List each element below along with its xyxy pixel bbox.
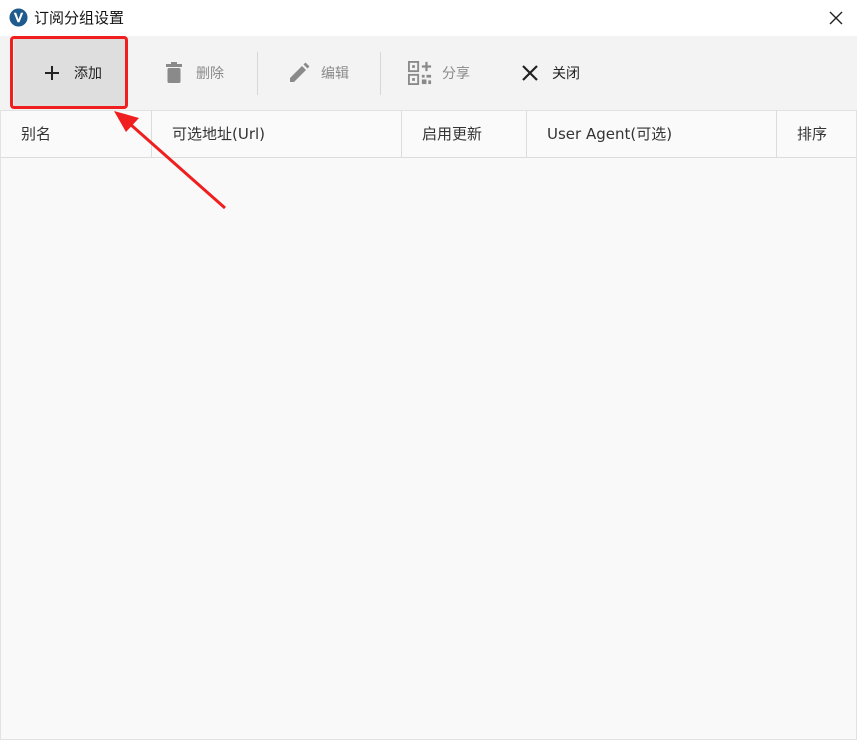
column-header-user-agent[interactable]: User Agent(可选): [527, 111, 777, 157]
pencil-icon: [287, 61, 311, 85]
column-header-url[interactable]: 可选地址(Url): [152, 111, 402, 157]
toolbar-separator: [257, 52, 258, 95]
edit-button-label: 编辑: [321, 66, 349, 82]
delete-button[interactable]: 删除: [162, 39, 224, 107]
column-header-sort[interactable]: 排序: [777, 111, 856, 157]
delete-button-label: 删除: [196, 66, 224, 82]
edit-button[interactable]: 编辑: [287, 39, 349, 107]
toolbar: 添加 删除 编辑 分享 关闭: [0, 36, 857, 110]
column-header-enable-update[interactable]: 启用更新: [402, 111, 527, 157]
app-logo-icon: [9, 8, 28, 27]
add-button-label: 添加: [74, 66, 102, 82]
close-button[interactable]: 关闭: [518, 39, 580, 107]
table-header: 别名 可选地址(Url) 启用更新 User Agent(可选) 排序: [1, 111, 856, 158]
trash-icon: [162, 61, 186, 85]
qrcode-icon: [408, 60, 432, 85]
plus-icon: [40, 61, 64, 85]
subscription-group-table: 别名 可选地址(Url) 启用更新 User Agent(可选) 排序: [0, 110, 857, 740]
close-icon: [829, 11, 843, 25]
share-button-label: 分享: [442, 66, 470, 82]
title-bar: 订阅分组设置: [0, 0, 857, 36]
add-button[interactable]: 添加: [14, 39, 127, 107]
column-header-alias[interactable]: 别名: [1, 111, 152, 157]
window-close-button[interactable]: [824, 6, 848, 30]
share-button[interactable]: 分享: [408, 39, 470, 107]
close-button-label: 关闭: [552, 66, 580, 82]
window-title: 订阅分组设置: [34, 9, 125, 27]
close-icon: [518, 61, 542, 85]
table-body[interactable]: [1, 158, 856, 739]
toolbar-separator: [380, 52, 381, 95]
